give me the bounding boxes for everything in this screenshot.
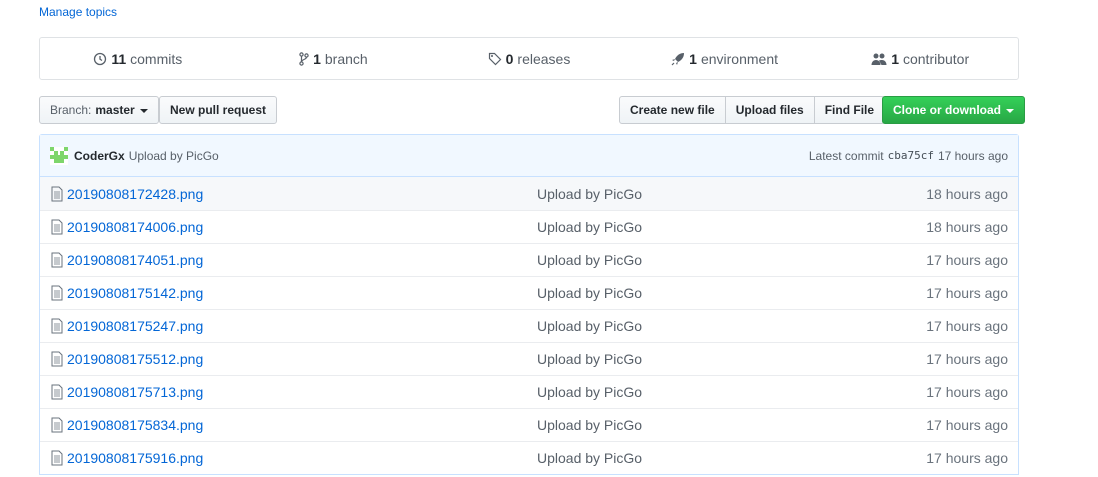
file-name-link[interactable]: 20190808172428.png xyxy=(67,186,537,202)
file-age: 17 hours ago xyxy=(926,351,1008,367)
file-row[interactable]: 20190808172428.png Upload by PicGo 18 hour… xyxy=(40,177,1018,210)
file-icon xyxy=(51,219,63,235)
file-commit-message[interactable]: Upload by PicGo xyxy=(537,285,926,301)
clone-or-download-button[interactable]: Clone or download xyxy=(882,96,1025,124)
file-commit-message[interactable]: Upload by PicGo xyxy=(537,252,926,268)
manage-topics-link[interactable]: Manage topics xyxy=(39,5,117,19)
file-row[interactable]: 20190808174051.png Upload by PicGo 17 hour… xyxy=(40,243,1018,276)
file-name-link[interactable]: 20190808175916.png xyxy=(67,450,537,466)
file-name-link[interactable]: 20190808175834.png xyxy=(67,417,537,433)
rocket-icon xyxy=(671,52,685,65)
environments-label: environment xyxy=(700,50,778,67)
file-age: 17 hours ago xyxy=(926,417,1008,433)
repo-summary: 11 commits 1 branch 0 releases 1 environ… xyxy=(39,37,1019,80)
file-age: 17 hours ago xyxy=(926,318,1008,334)
file-name-link[interactable]: 20190808174051.png xyxy=(67,252,537,268)
file-icon xyxy=(51,417,63,433)
branches-label: branch xyxy=(324,50,368,67)
clone-label: Clone or download xyxy=(893,103,1001,117)
commits-label: commits xyxy=(130,50,183,67)
file-list: CoderGx Upload by PicGo Latest commit cb… xyxy=(39,134,1019,475)
latest-commit-bar: CoderGx Upload by PicGo Latest commit cb… xyxy=(40,135,1018,177)
file-commit-message[interactable]: Upload by PicGo xyxy=(537,417,926,433)
file-row[interactable]: 20190808174006.png Upload by PicGo 18 hour… xyxy=(40,210,1018,243)
chevron-down-icon xyxy=(1006,109,1014,113)
file-row[interactable]: 20190808175916.png Upload by PicGo 17 hour… xyxy=(40,441,1018,474)
file-icon xyxy=(51,186,63,201)
file-icon xyxy=(51,252,63,268)
file-icon xyxy=(51,450,63,466)
file-age: 17 hours ago xyxy=(926,285,1008,301)
file-commit-message[interactable]: Upload by PicGo xyxy=(537,219,926,235)
branches-link[interactable]: 1 branch xyxy=(236,38,432,79)
create-new-file-button[interactable]: Create new file xyxy=(619,96,726,124)
branch-name: master xyxy=(95,103,135,117)
file-age: 17 hours ago xyxy=(926,384,1008,400)
people-icon xyxy=(871,53,887,65)
file-commit-message[interactable]: Upload by PicGo xyxy=(537,384,926,400)
file-commit-message[interactable]: Upload by PicGo xyxy=(537,186,926,202)
history-icon xyxy=(94,52,107,65)
upload-files-button[interactable]: Upload files xyxy=(724,96,815,124)
file-commit-message[interactable]: Upload by PicGo xyxy=(537,450,926,466)
commit-message[interactable]: Upload by PicGo xyxy=(129,149,219,163)
file-age: 18 hours ago xyxy=(926,219,1008,235)
branches-count: 1 xyxy=(313,50,321,67)
environments-link[interactable]: 1 environment xyxy=(627,38,823,79)
file-age: 17 hours ago xyxy=(926,450,1008,466)
file-icon xyxy=(51,318,63,334)
contributors-count: 1 xyxy=(891,50,899,67)
file-name-link[interactable]: 20190808175713.png xyxy=(67,384,537,400)
file-name-link[interactable]: 20190808175247.png xyxy=(67,318,537,334)
file-name-link[interactable]: 20190808175512.png xyxy=(67,351,537,367)
releases-link[interactable]: 0 releases xyxy=(431,38,627,79)
find-file-button[interactable]: Find File xyxy=(813,96,886,124)
branch-select-button[interactable]: Branch: master xyxy=(39,96,159,124)
file-name-link[interactable]: 20190808174006.png xyxy=(67,219,537,235)
releases-count: 0 xyxy=(505,50,514,67)
contributors-label: contributor xyxy=(902,50,970,67)
releases-label: releases xyxy=(517,50,571,67)
file-row[interactable]: 20190808175713.png Upload by PicGo 17 hour… xyxy=(40,375,1018,408)
contributors-link[interactable]: 1 contributor xyxy=(822,38,1018,79)
avatar[interactable] xyxy=(50,146,68,165)
file-row[interactable]: 20190808175834.png Upload by PicGo 17 hour… xyxy=(40,408,1018,441)
file-icon xyxy=(51,351,63,367)
file-actions-group: Create new file Upload files Find File xyxy=(619,96,886,124)
file-age: 17 hours ago xyxy=(926,252,1008,268)
file-icon xyxy=(51,285,63,301)
commit-author[interactable]: CoderGx xyxy=(74,149,125,163)
file-icon xyxy=(51,384,63,400)
file-commit-message[interactable]: Upload by PicGo xyxy=(537,351,926,367)
tag-icon xyxy=(488,52,501,65)
commits-count: 11 xyxy=(111,50,127,67)
file-commit-message[interactable]: Upload by PicGo xyxy=(537,318,926,334)
file-row[interactable]: 20190808175512.png Upload by PicGo 17 hour… xyxy=(40,342,1018,375)
file-age: 18 hours ago xyxy=(926,185,1008,202)
environments-count: 1 xyxy=(689,50,697,67)
git-branch-icon xyxy=(299,51,309,66)
new-pull-request-button[interactable]: New pull request xyxy=(159,96,278,124)
commit-age: 17 hours ago xyxy=(937,148,1008,163)
commit-sha[interactable]: cba75cf xyxy=(888,149,934,162)
file-name-link[interactable]: 20190808175142.png xyxy=(67,285,537,301)
file-row[interactable]: 20190808175142.png Upload by PicGo 17 hour… xyxy=(40,276,1018,309)
branch-prefix: Branch: xyxy=(50,103,92,117)
commits-link[interactable]: 11 commits xyxy=(40,38,236,79)
file-row[interactable]: 20190808175247.png Upload by PicGo 17 hour… xyxy=(40,309,1018,342)
chevron-down-icon xyxy=(139,109,148,113)
latest-commit-label: Latest commit xyxy=(808,148,884,163)
